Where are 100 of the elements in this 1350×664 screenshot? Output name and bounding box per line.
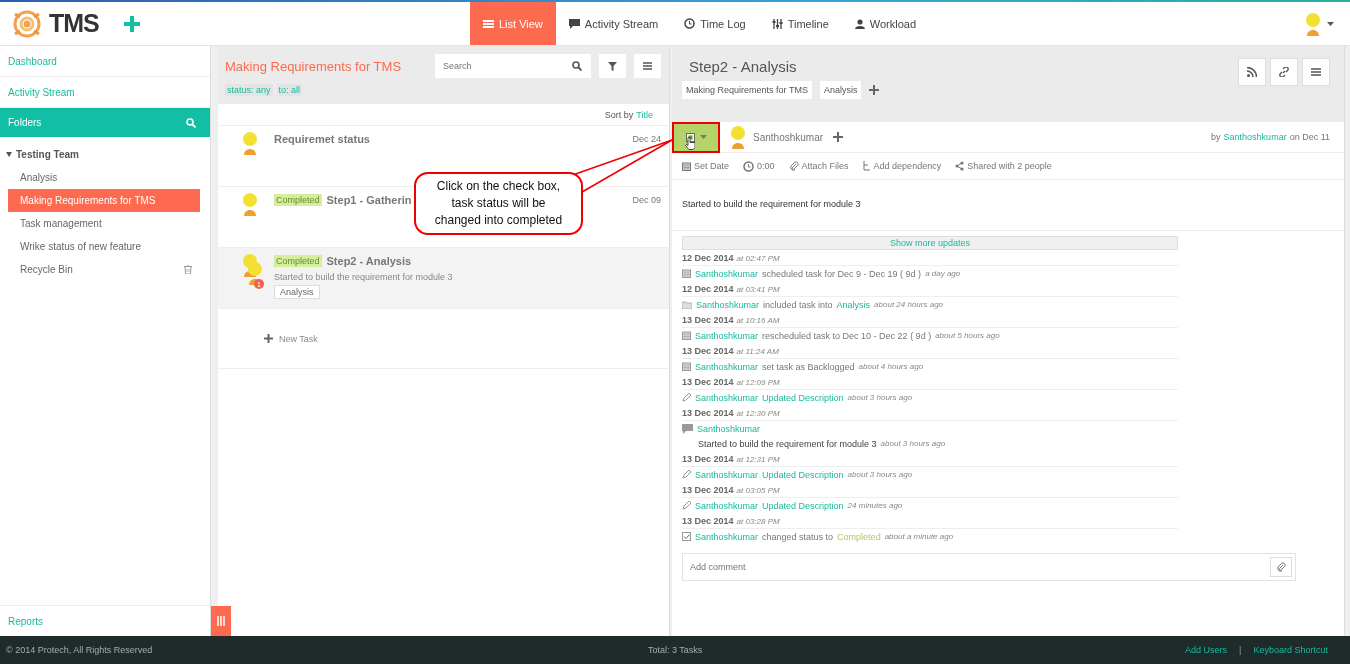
- footer-link[interactable]: Add Users: [1185, 645, 1228, 655]
- update-date: 13 Dec 2014: [682, 485, 734, 495]
- task-description: Started to build the requirement for module 3: [274, 272, 454, 282]
- toolbar-link[interactable]: Shared with 2 people: [955, 161, 1052, 171]
- folder-tag: Analysis: [274, 285, 320, 299]
- user-link[interactable]: Santhoshkumar: [695, 531, 759, 542]
- update-date: 13 Dec 2014: [682, 454, 734, 464]
- dependency-icon: [862, 161, 871, 171]
- sort-label: Sort by: [604, 109, 634, 120]
- user-link[interactable]: Santhoshkumar: [695, 469, 759, 480]
- callout: Click on the check box, task status will be changed into completed: [414, 172, 583, 235]
- activity-text: set task as Backlogged: [762, 361, 855, 372]
- new-task-link[interactable]: New Task: [218, 309, 669, 369]
- status-text: Completed: [837, 531, 881, 542]
- nav-tab[interactable]: List View: [470, 2, 556, 45]
- link-button[interactable]: [1270, 58, 1298, 86]
- activity-text: scheduled task for Dec 9 - Dec 19 ( 9d ): [762, 268, 922, 279]
- attach-button[interactable]: [1270, 557, 1292, 577]
- activity-link[interactable]: Analysis: [836, 299, 871, 310]
- user-link[interactable]: Santhoshkumar: [695, 361, 759, 372]
- update-date: 13 Dec 2014: [682, 346, 734, 356]
- activity-link[interactable]: Updated Description: [762, 392, 844, 403]
- update-date: 12 Dec 2014: [682, 253, 734, 263]
- folder-item[interactable]: Wrike status of new feature: [8, 235, 200, 258]
- nav-tab[interactable]: Timeline: [758, 2, 842, 45]
- sliders-icon: [771, 18, 783, 29]
- calendar-icon: [682, 362, 691, 371]
- sort-link[interactable]: Title: [636, 109, 653, 120]
- clock-icon: [684, 18, 696, 29]
- collapse-handle[interactable]: [211, 606, 231, 636]
- time-ago: 24 minutes ago: [847, 501, 903, 510]
- add-icon[interactable]: [833, 132, 844, 142]
- avatar-icon: [240, 192, 260, 216]
- time-ago: about 24 hours ago: [874, 300, 944, 309]
- folder-item[interactable]: Task management: [8, 212, 200, 235]
- update-date: 12 Dec 2014: [682, 284, 734, 294]
- person-icon: [854, 18, 865, 29]
- by-label: by: [1211, 132, 1221, 142]
- folder-item[interactable]: Making Requirements for TMS: [8, 189, 200, 212]
- user-link[interactable]: Santhoshkumar: [695, 392, 759, 403]
- user-link[interactable]: Santhoshkumar: [695, 330, 759, 341]
- folder-item[interactable]: Analysis: [8, 166, 200, 189]
- time-ago: a day ago: [925, 269, 961, 278]
- nav-tab[interactable]: Workload: [841, 2, 930, 45]
- footer-link[interactable]: Keyboard Shortcut: [1253, 645, 1328, 655]
- nav-tab[interactable]: Activity Stream: [555, 2, 672, 45]
- update-time: at 03:05 PM: [736, 486, 780, 495]
- user-link[interactable]: Santhoshkumar: [695, 500, 759, 511]
- activity-text: changed status to: [762, 531, 834, 542]
- filter-link[interactable]: status: any: [225, 84, 273, 96]
- update-time: at 11:24 AM: [736, 347, 779, 356]
- calendar-icon: [682, 269, 691, 278]
- search-icon[interactable]: [572, 61, 582, 71]
- avatar-icon: [240, 131, 260, 155]
- menu-button[interactable]: [1302, 58, 1330, 86]
- rss-button[interactable]: [1238, 58, 1266, 86]
- tree-node[interactable]: Testing Team: [0, 143, 210, 166]
- comment-icon: [682, 423, 693, 434]
- filter-button[interactable]: [599, 54, 626, 78]
- folder-tag[interactable]: Analysis: [819, 81, 862, 99]
- folder-icon: [682, 300, 692, 309]
- add-icon: [264, 334, 273, 343]
- comment-text: Started to build the requirement for module 3: [698, 438, 877, 449]
- update-date: 13 Dec 2014: [682, 408, 734, 418]
- filter-link[interactable]: to: all: [276, 84, 303, 96]
- task-title: Requiremet status: [274, 133, 370, 145]
- update-date: 13 Dec 2014: [682, 377, 734, 387]
- sidebar-link[interactable]: Dashboard: [0, 46, 210, 77]
- folders-title: Folders: [8, 117, 42, 128]
- toolbar-link[interactable]: Add dependency: [862, 161, 942, 171]
- caret-icon[interactable]: [1327, 21, 1334, 26]
- copyright-text: © 2014 Protech, All Rights Reserved: [6, 645, 154, 655]
- user-link[interactable]: Santhoshkumar: [695, 268, 759, 279]
- activity-link[interactable]: Updated Description: [762, 469, 844, 480]
- toolbar-link[interactable]: Attach Files: [788, 161, 849, 171]
- user-link[interactable]: Santhoshkumar: [697, 423, 761, 434]
- folder-tag[interactable]: Making Requirements for TMS: [682, 81, 812, 99]
- columns-icon: [217, 616, 225, 626]
- update-time: at 10:16 AM: [736, 316, 780, 325]
- clock-icon: [743, 160, 755, 172]
- activity-link[interactable]: Updated Description: [762, 500, 844, 511]
- task-date: Dec 24: [632, 134, 661, 144]
- nav-tab[interactable]: Time Log: [671, 2, 759, 45]
- update-time: at 12:30 PM: [736, 409, 780, 418]
- caret-icon: [699, 135, 707, 139]
- link-icon: [1279, 67, 1289, 77]
- folder-item[interactable]: Recycle Bin: [8, 258, 200, 281]
- search-field[interactable]: Search: [435, 54, 591, 78]
- add-icon[interactable]: [869, 85, 880, 95]
- user-link[interactable]: Santhoshkumar: [696, 299, 760, 310]
- toolbar-link[interactable]: 0:00: [743, 160, 775, 172]
- menu-icon: [1311, 67, 1321, 77]
- author-link[interactable]: Santhoshkumar: [1223, 132, 1287, 142]
- toolbar-link[interactable]: Set Date: [682, 161, 730, 171]
- comment-field[interactable]: Add comment: [682, 553, 1296, 581]
- task-date: Dec 09: [632, 195, 661, 205]
- show-more-button[interactable]: Show more updates: [682, 236, 1178, 250]
- pencil-icon: [682, 470, 691, 479]
- menu-button[interactable]: [634, 54, 661, 78]
- update-time: at 12:31 PM: [736, 455, 780, 464]
